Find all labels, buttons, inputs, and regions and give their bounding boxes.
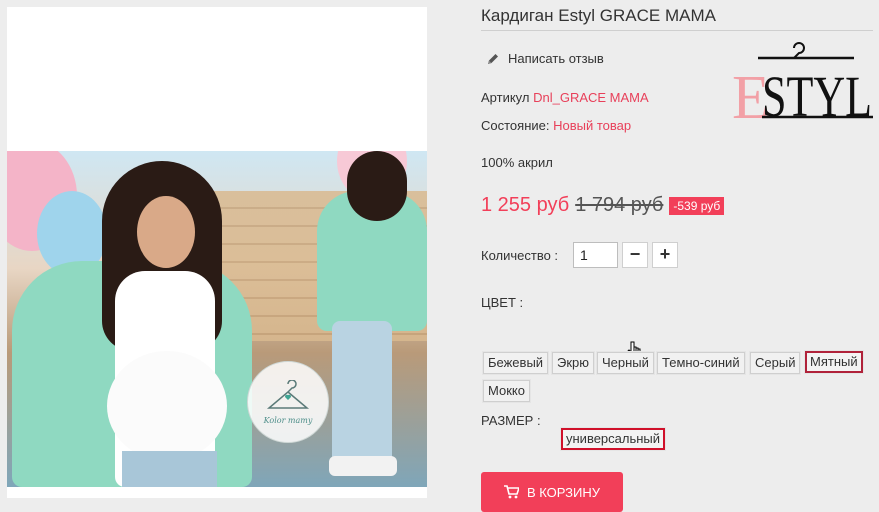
old-price: 1 794 руб [575,194,664,216]
color-option-navy[interactable]: Темно-синий [656,351,746,375]
quantity-label: Количество : [481,248,559,263]
pencil-icon [488,53,498,64]
quantity-decrease-button[interactable]: − [622,242,648,268]
title-divider [481,30,873,31]
svg-text:STYL: STYL [762,64,872,122]
color-label: ЦВЕТ : [481,295,524,310]
condition-row: Состояние: Новый товар [481,118,631,133]
sku-value: Dnl_GRACE MAMA [533,90,649,105]
photo-watermark: Kolor mamy [247,361,329,443]
product-image-panel: Kolor mamy [7,7,427,498]
condition-value: Новый товар [553,118,632,133]
color-option-mocha[interactable]: Мокко [482,379,531,403]
color-option-mint[interactable]: Мятный [804,350,864,374]
color-option-beige[interactable]: Бежевый [481,351,550,375]
product-title: Кардиган Estyl GRACE MAMA [481,6,716,25]
hanger-icon [266,379,310,409]
quantity-increase-button[interactable]: + [652,242,678,268]
product-photo[interactable]: Kolor mamy [7,151,427,487]
quantity-input[interactable] [573,242,618,268]
write-review-link[interactable]: Написать отзыв [486,51,604,66]
cart-icon [503,485,519,499]
add-to-cart-button[interactable]: В КОРЗИНУ [481,472,623,512]
color-option-grey[interactable]: Серый [748,351,802,375]
price-block: 1 255 руб 1 794 руб -539 руб [481,194,725,217]
size-label: РАЗМЕР : [481,413,541,428]
write-review-label: Написать отзыв [508,51,604,66]
color-option-black[interactable]: Черный [596,351,655,375]
color-option-ecru[interactable]: Экрю [550,351,596,375]
current-price: 1 255 руб [481,194,570,216]
sku-row: Артикул Dnl_GRACE MAMA [481,90,649,105]
sku-label: Артикул [481,90,530,105]
composition: 100% акрил [481,155,553,170]
discount-badge: -539 руб [669,196,725,215]
brand-logo: E STYL [732,42,873,122]
size-option-universal[interactable]: универсальный [559,427,667,451]
condition-label: Состояние: [481,118,550,133]
add-to-cart-label: В КОРЗИНУ [526,484,601,500]
